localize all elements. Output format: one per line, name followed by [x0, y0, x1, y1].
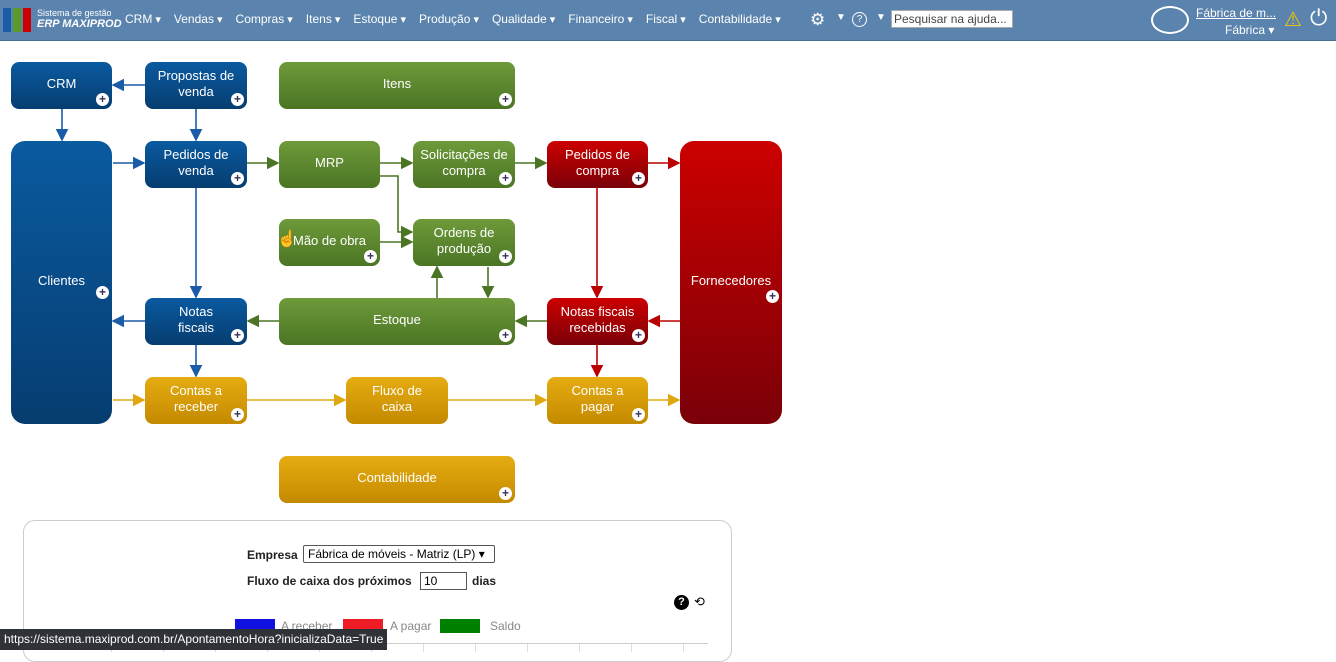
flow-contas-receber-label: Contas a receber — [169, 382, 223, 414]
company-link[interactable]: Fábrica de m... — [1196, 6, 1276, 20]
company-select-label: Fábrica — [1225, 23, 1266, 37]
flow-clientes-label: Clientes — [38, 272, 85, 288]
flow-crm-label: CRM — [46, 75, 77, 91]
flow-notas-fiscais[interactable]: Notas fiscais + — [145, 298, 247, 345]
plus-icon[interactable]: + — [632, 329, 645, 342]
legend-pagar: A pagar — [390, 619, 432, 633]
flow-itens-label: Itens — [382, 75, 412, 91]
plus-icon[interactable]: + — [499, 329, 512, 342]
refresh-icon[interactable]: ⟲ — [694, 594, 705, 610]
fluxo-label: Fluxo de caixa dos próximos — [247, 574, 412, 588]
flow-pedidos-venda-label: Pedidos de venda — [163, 146, 229, 178]
plus-icon[interactable]: + — [632, 408, 645, 421]
flow-itens[interactable]: Itens + — [279, 62, 515, 109]
flow-estoque-label: Estoque — [373, 311, 421, 327]
flow-crm[interactable]: CRM + — [11, 62, 112, 109]
cursor-hand-icon: ☝ — [277, 231, 297, 248]
days-input[interactable]: 10 — [420, 572, 467, 590]
power-icon[interactable]: ⏻ — [1310, 5, 1327, 31]
warning-icon[interactable]: ⚠ — [1284, 7, 1302, 32]
empresa-label: Empresa — [247, 548, 298, 562]
flow-solicitacoes-label: Solicitações de compra — [420, 146, 508, 178]
legend-swatch-saldo — [440, 619, 480, 633]
flow-fornecedores-label: Fornecedores — [690, 272, 772, 288]
chevron-down-icon[interactable]: ▼ — [836, 12, 846, 23]
help-icon[interactable]: ? — [852, 12, 867, 27]
plus-icon[interactable]: + — [499, 487, 512, 500]
flow-pedidos-compra[interactable]: Pedidos de compra + — [547, 141, 648, 188]
flow-propostas[interactable]: Propostas de venda + — [145, 62, 247, 109]
flow-pedidos-compra-label: Pedidos de compra — [564, 146, 631, 178]
plus-icon[interactable]: + — [231, 93, 244, 106]
gear-icon[interactable]: ⚙ — [810, 10, 825, 30]
flow-clientes[interactable]: Clientes + — [11, 141, 112, 424]
flow-fluxo-label: Fluxo de caixa — [372, 382, 422, 414]
flow-contas-receber[interactable]: Contas a receber + — [145, 377, 247, 424]
flow-solicitacoes[interactable]: Solicitações de compra + — [413, 141, 515, 188]
status-bar-url: https://sistema.maxiprod.com.br/Apontame… — [0, 629, 387, 650]
flow-pedidos-venda[interactable]: Pedidos de venda + — [145, 141, 247, 188]
flow-contabilidade[interactable]: Contabilidade + — [279, 456, 515, 503]
plus-icon[interactable]: + — [766, 290, 779, 303]
plus-icon[interactable]: + — [499, 172, 512, 185]
flow-notas-label: Notas fiscais — [177, 303, 215, 335]
flow-mrp[interactable]: MRP — [279, 141, 380, 188]
flow-notas-recebidas-label: Notas fiscais recebidas — [560, 303, 635, 335]
flow-fornecedores[interactable]: Fornecedores + — [680, 141, 782, 424]
company-select[interactable]: Fábrica ▾ — [1225, 23, 1274, 37]
plus-icon[interactable]: + — [364, 250, 377, 263]
flow-notas-recebidas[interactable]: Notas fiscais recebidas + — [547, 298, 648, 345]
days-unit: dias — [472, 574, 497, 588]
flow-contas-pagar-label: Contas a pagar — [571, 382, 624, 414]
plus-icon[interactable]: + — [231, 408, 244, 421]
plus-icon[interactable]: + — [96, 286, 109, 299]
flow-mrp-label: MRP — [315, 154, 344, 170]
flow-propostas-label: Propostas de venda — [157, 67, 235, 99]
flow-mao-de-obra-label: Mão de obra — [293, 232, 366, 248]
plus-icon[interactable]: + — [231, 329, 244, 342]
plus-icon[interactable]: + — [632, 172, 645, 185]
flow-contabilidade-label: Contabilidade — [357, 469, 437, 485]
help-circle-icon[interactable]: ? — [674, 595, 689, 610]
plus-icon[interactable]: + — [231, 172, 244, 185]
flow-ordens-producao[interactable]: Ordens de produção + — [413, 219, 515, 266]
flow-contas-pagar[interactable]: Contas a pagar + — [547, 377, 648, 424]
chat-icon[interactable] — [1151, 6, 1189, 34]
plus-icon[interactable]: + — [96, 93, 109, 106]
empresa-select[interactable]: Fábrica de móveis - Matriz (LP) ▾ — [303, 545, 495, 563]
plus-icon[interactable]: + — [499, 250, 512, 263]
plus-icon[interactable]: + — [499, 93, 512, 106]
legend-saldo: Saldo — [490, 619, 521, 633]
flow-fluxo-caixa[interactable]: Fluxo de caixa — [346, 377, 448, 424]
help-search-input[interactable]: Pesquisar na ajuda... — [891, 10, 1013, 28]
flow-ordens-label: Ordens de produção — [433, 224, 495, 256]
flow-estoque[interactable]: Estoque + — [279, 298, 515, 345]
chevron-down-icon[interactable]: ▼ — [876, 12, 886, 23]
